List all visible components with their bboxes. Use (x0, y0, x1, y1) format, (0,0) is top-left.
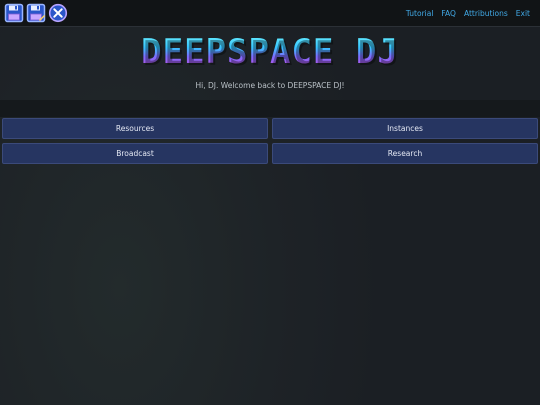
hero-section: DEEPSPACE DJ Hi, DJ. Welcome back to DEE… (0, 27, 540, 100)
research-button[interactable]: Research (272, 143, 538, 164)
top-nav: Tutorial FAQ Attributions Exit (398, 0, 530, 27)
nav-attributions-link[interactable]: Attributions (464, 9, 508, 18)
broadcast-button[interactable]: Broadcast (2, 143, 268, 164)
menu-grid: Resources Instances Broadcast Research (2, 118, 538, 164)
nav-faq-link[interactable]: FAQ (441, 9, 456, 18)
divider-band (0, 100, 540, 117)
logo-text: DEEPSPACE DJ (141, 32, 399, 72)
save-as-icon[interactable] (26, 3, 46, 23)
top-bar: Tutorial FAQ Attributions Exit (0, 0, 540, 27)
instances-button[interactable]: Instances (272, 118, 538, 139)
nav-tutorial-link[interactable]: Tutorial (406, 9, 434, 18)
nav-exit-link[interactable]: Exit (516, 9, 530, 18)
save-icon[interactable] (4, 3, 24, 23)
resources-button[interactable]: Resources (2, 118, 268, 139)
welcome-message: Hi, DJ. Welcome back to DEEPSPACE DJ! (195, 81, 345, 90)
logo: DEEPSPACE DJ (0, 33, 540, 71)
close-circle-icon[interactable] (48, 3, 68, 23)
